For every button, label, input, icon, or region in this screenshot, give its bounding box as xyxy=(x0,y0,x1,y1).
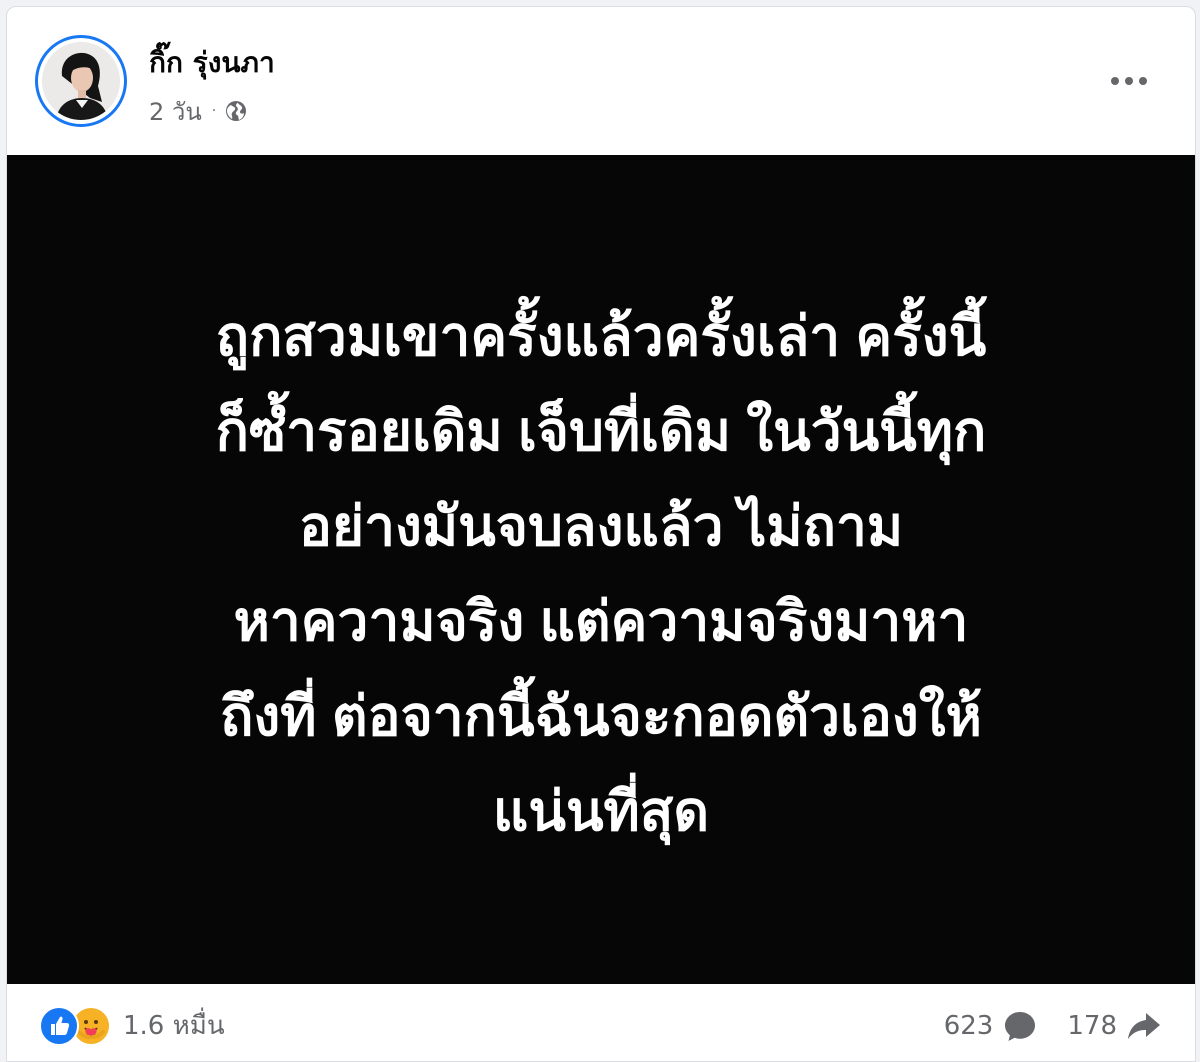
post-meta: 2 วัน · xyxy=(149,91,248,131)
post-content[interactable]: ถูกสวมเขาครั้งแล้วครั้งเล่า ครั้งนี้ ก็ซ… xyxy=(7,155,1195,984)
facebook-post: กิ๊ก รุ่งนภา 2 วัน · ถูกสวมเขาครั้งแล้วค… xyxy=(6,6,1196,1062)
post-header: กิ๊ก รุ่งนภา 2 วัน · xyxy=(7,7,1195,155)
post-timestamp[interactable]: 2 วัน xyxy=(149,92,202,131)
globe-icon[interactable] xyxy=(224,99,248,123)
comment-count-button[interactable]: 623 xyxy=(944,1006,1040,1046)
post-body-text: ถูกสวมเขาครั้งแล้วครั้งเล่า ครั้งนี้ ก็ซ… xyxy=(215,304,987,842)
avatar-photo-icon xyxy=(42,42,120,120)
post-stats: 623 178 xyxy=(944,1006,1163,1046)
author-name[interactable]: กิ๊ก รุ่งนภา xyxy=(149,43,275,83)
more-options-button[interactable] xyxy=(1103,63,1155,99)
share-arrow-icon xyxy=(1128,1013,1160,1039)
reactions-summary[interactable]: 1.6 หมื่น xyxy=(39,1006,225,1046)
avatar[interactable] xyxy=(42,42,120,120)
more-options-dot xyxy=(1139,77,1147,85)
reaction-count: 1.6 หมื่น xyxy=(123,1011,225,1041)
post-footer: 1.6 หมื่น 623 178 xyxy=(7,984,1195,1061)
share-count-button[interactable]: 178 xyxy=(1067,1006,1163,1046)
like-icon xyxy=(39,1006,79,1046)
more-options-dot xyxy=(1125,77,1133,85)
more-options-icon xyxy=(1111,77,1119,85)
share-count: 178 xyxy=(1067,1011,1117,1041)
meta-separator: · xyxy=(211,103,217,119)
comment-bubble-icon xyxy=(1005,1012,1036,1041)
avatar-ring[interactable] xyxy=(35,35,127,127)
comment-count: 623 xyxy=(943,1011,994,1041)
